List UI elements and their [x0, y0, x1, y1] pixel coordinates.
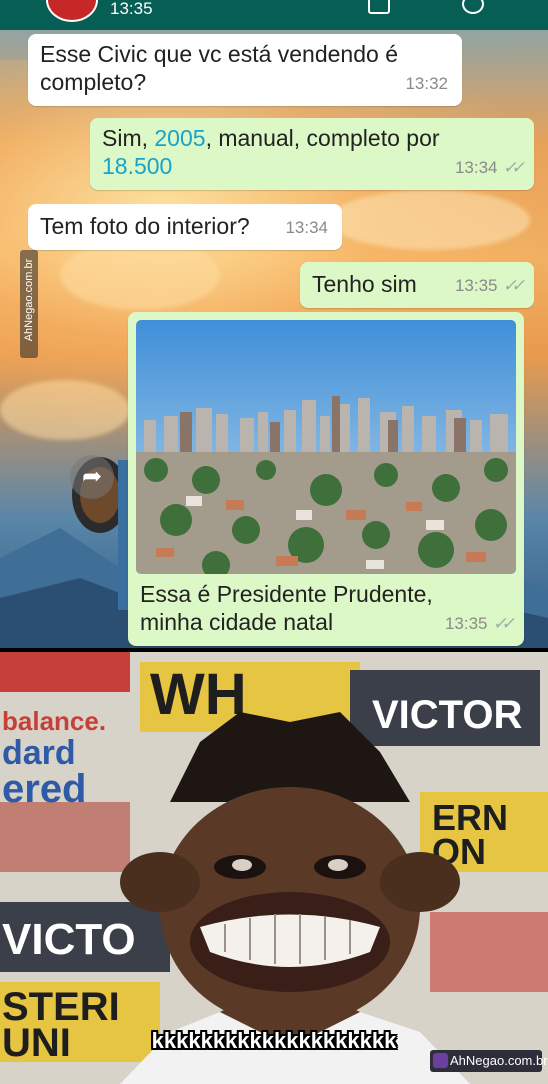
board-text: ered	[2, 767, 87, 811]
message-text: Tem foto do interior?	[40, 213, 250, 239]
message-meta: 13:34 ✓✓	[454, 154, 523, 182]
board-text: WH	[150, 662, 247, 727]
forward-icon[interactable]: ➦	[70, 455, 114, 499]
message-bubble-outgoing[interactable]: Tenho sim 13:35 ✓✓	[300, 262, 534, 308]
message-text: Sim, 2005, manual, completo por 18.500	[102, 125, 440, 179]
message-meta: 13:32	[405, 70, 448, 98]
message-meta: 13:35 ✓✓	[454, 272, 523, 300]
wallpaper-cloud	[60, 240, 220, 310]
message-number-link[interactable]: 2005	[154, 125, 205, 151]
board-text: VICTO	[2, 915, 136, 964]
watermark-badge: AhNegao.com.br	[430, 1050, 548, 1072]
message-time: 13:35	[454, 276, 498, 295]
double-check-icon: ✓✓	[501, 276, 523, 295]
side-watermark: AhNegao.com.br	[20, 250, 38, 358]
message-time: 13:32	[405, 74, 448, 93]
chat-screen: 13:35 AhNegao.com.br Esse Civic que vc e…	[0, 0, 548, 648]
image-caption: Essa é Presidente Prudente, minha cidade…	[140, 581, 433, 635]
message-time: 13:34	[454, 158, 498, 177]
video-call-icon[interactable]	[368, 0, 390, 14]
reaction-meme: WH VICTOR balance. dard ered ERN ON VICT…	[0, 652, 548, 1084]
message-time: 13:35	[444, 614, 488, 633]
voice-call-icon[interactable]	[462, 0, 484, 14]
message-number-link[interactable]: 18.500	[102, 153, 172, 179]
message-meta: 13:34	[285, 214, 328, 242]
contact-avatar[interactable]	[46, 0, 98, 22]
meme-image: WH VICTOR balance. dard ered ERN ON VICT…	[0, 652, 548, 1084]
board-text: VICTOR	[372, 693, 523, 737]
message-bubble-incoming[interactable]: Tem foto do interior? 13:34	[28, 204, 342, 250]
board-text: balance.	[2, 706, 106, 736]
city-photo[interactable]	[136, 320, 516, 574]
message-meta: 13:35 ✓✓	[444, 610, 513, 638]
double-check-icon: ✓✓	[491, 614, 513, 633]
wallpaper-cloud	[0, 380, 130, 440]
city-photo-image	[136, 320, 516, 574]
wallpaper-cloud	[330, 190, 530, 250]
message-bubble-outgoing[interactable]: Sim, 2005, manual, completo por 18.500 1…	[90, 118, 534, 190]
chat-header: 13:35	[0, 0, 548, 30]
double-check-icon: ✓✓	[501, 158, 523, 177]
message-bubble-image[interactable]: Essa é Presidente Prudente, minha cidade…	[128, 312, 524, 646]
message-text: Esse Civic que vc está vendendo é comple…	[40, 41, 398, 95]
message-time: 13:34	[285, 218, 328, 237]
message-text: Tenho sim	[312, 271, 417, 297]
site-logo-icon	[433, 1053, 448, 1068]
status-time: 13:35	[110, 0, 153, 18]
message-bubble-incoming[interactable]: Esse Civic que vc está vendendo é comple…	[28, 34, 462, 106]
